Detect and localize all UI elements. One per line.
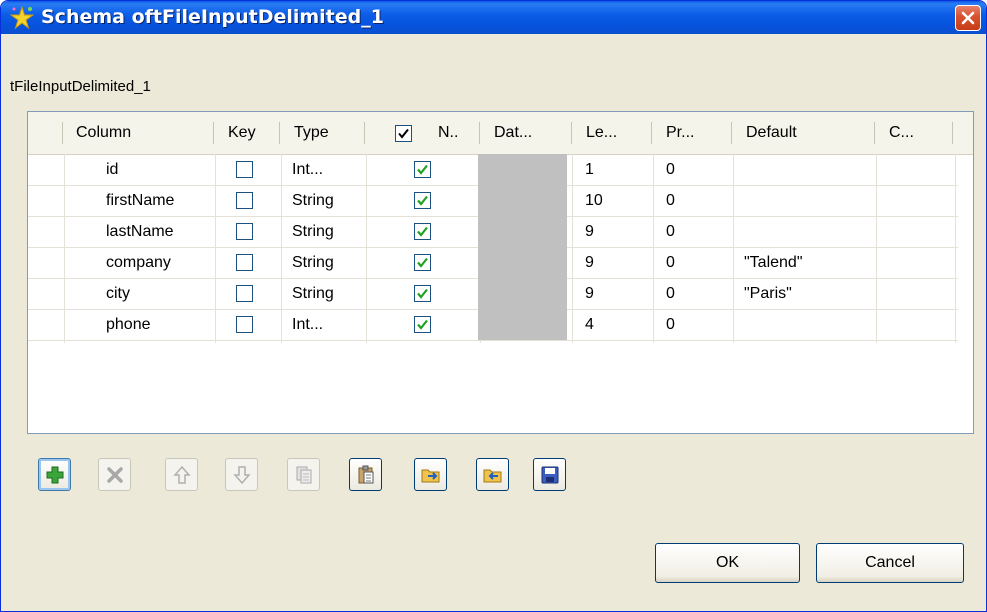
header-key[interactable]: Key <box>220 112 276 154</box>
header-length[interactable]: Le... <box>578 112 653 154</box>
paste-icon <box>358 465 374 484</box>
export-icon <box>483 469 502 483</box>
nullable-checkbox[interactable] <box>414 316 431 333</box>
table-row[interactable]: lastName String 9 0 <box>28 216 958 247</box>
key-checkbox[interactable] <box>236 254 253 271</box>
header-column[interactable]: Column <box>58 112 238 154</box>
cell-default[interactable]: "Paris" <box>738 278 873 309</box>
ok-button[interactable]: OK <box>655 543 800 583</box>
export-button[interactable] <box>476 458 509 491</box>
schema-dialog: Schema oftFileInputDelimited_1 tFileInpu… <box>0 0 987 612</box>
import-button[interactable] <box>414 458 447 491</box>
cell-default[interactable]: "Talend" <box>738 247 873 278</box>
key-checkbox[interactable] <box>236 223 253 240</box>
date-pattern-cell <box>478 309 567 340</box>
move-down-icon <box>233 466 251 485</box>
cell-column[interactable]: company <box>100 247 215 278</box>
header-nullable-checkbox[interactable] <box>395 125 412 142</box>
cell-default[interactable] <box>738 216 873 247</box>
copy-icon <box>296 466 312 484</box>
cell-column[interactable]: phone <box>100 309 215 340</box>
table-row[interactable]: id Int... 1 0 <box>28 154 958 185</box>
header-default[interactable]: Default <box>738 112 878 154</box>
cell-type[interactable]: String <box>286 247 366 278</box>
cell-length[interactable]: 1 <box>579 154 649 185</box>
close-button[interactable] <box>955 5 981 31</box>
move-down-button[interactable] <box>225 458 258 491</box>
cell-precision[interactable]: 0 <box>660 278 730 309</box>
cell-length[interactable]: 9 <box>579 278 649 309</box>
cell-column[interactable]: id <box>100 154 215 185</box>
nullable-checkbox[interactable] <box>414 161 431 178</box>
table-header: Column Key Type N.. Dat... Le... Pr... D… <box>28 112 973 155</box>
nullable-checkbox[interactable] <box>414 285 431 302</box>
delete-icon <box>107 467 123 483</box>
table-row[interactable]: company String 9 0 "Talend" <box>28 247 958 278</box>
date-pattern-cell <box>478 185 567 216</box>
date-pattern-cell <box>478 216 567 247</box>
key-checkbox[interactable] <box>236 161 253 178</box>
cell-type[interactable]: String <box>286 185 366 216</box>
cell-default[interactable] <box>738 154 873 185</box>
cancel-button[interactable]: Cancel <box>816 543 964 583</box>
cell-length[interactable]: 10 <box>579 185 649 216</box>
copy-button[interactable] <box>287 458 320 491</box>
add-button[interactable] <box>38 458 71 491</box>
move-up-icon <box>173 465 191 484</box>
title-bar[interactable]: Schema oftFileInputDelimited_1 <box>1 1 986 34</box>
header-nullable[interactable]: N.. <box>432 112 482 154</box>
cell-type[interactable]: String <box>286 278 366 309</box>
nullable-checkbox[interactable] <box>414 192 431 209</box>
date-pattern-cell <box>478 154 567 185</box>
nullable-checkbox[interactable] <box>414 254 431 271</box>
date-pattern-cell <box>478 247 567 278</box>
paste-button[interactable] <box>349 458 382 491</box>
cell-precision[interactable]: 0 <box>660 309 730 340</box>
key-checkbox[interactable] <box>236 316 253 333</box>
save-button[interactable] <box>533 458 566 491</box>
cell-column[interactable]: firstName <box>100 185 215 216</box>
nullable-checkbox[interactable] <box>414 223 431 240</box>
cell-default[interactable] <box>738 309 873 340</box>
import-icon <box>421 469 440 483</box>
cell-precision[interactable]: 0 <box>660 247 730 278</box>
save-icon <box>541 466 559 484</box>
cell-length[interactable]: 9 <box>579 247 649 278</box>
header-type[interactable]: Type <box>286 112 366 154</box>
cell-column[interactable]: lastName <box>100 216 215 247</box>
key-checkbox[interactable] <box>236 192 253 209</box>
cell-precision[interactable]: 0 <box>660 154 730 185</box>
date-pattern-cell <box>478 278 567 309</box>
cell-type[interactable]: Int... <box>286 154 366 185</box>
schema-table[interactable]: Column Key Type N.. Dat... Le... Pr... D… <box>27 111 974 434</box>
cell-type[interactable]: Int... <box>286 309 366 340</box>
cell-precision[interactable]: 0 <box>660 216 730 247</box>
component-label: tFileInputDelimited_1 <box>10 78 151 95</box>
cell-precision[interactable]: 0 <box>660 185 730 216</box>
cell-default[interactable] <box>738 185 873 216</box>
window-title: Schema oftFileInputDelimited_1 <box>41 6 384 28</box>
move-up-button[interactable] <box>165 458 198 491</box>
wizard-star-icon <box>9 5 35 30</box>
header-date-pattern[interactable]: Dat... <box>486 112 566 154</box>
delete-button[interactable] <box>98 458 131 491</box>
cell-length[interactable]: 4 <box>579 309 649 340</box>
table-row[interactable]: city String 9 0 "Paris" <box>28 278 958 309</box>
add-icon <box>46 466 64 484</box>
table-row[interactable]: phone Int... 4 0 <box>28 309 958 340</box>
table-row[interactable]: firstName String 10 0 <box>28 185 958 216</box>
cell-length[interactable]: 9 <box>579 216 649 247</box>
cell-column[interactable]: city <box>100 278 215 309</box>
key-checkbox[interactable] <box>236 285 253 302</box>
cell-type[interactable]: String <box>286 216 366 247</box>
close-icon <box>961 11 975 25</box>
header-precision[interactable]: Pr... <box>658 112 733 154</box>
header-comment[interactable]: C... <box>881 112 956 154</box>
